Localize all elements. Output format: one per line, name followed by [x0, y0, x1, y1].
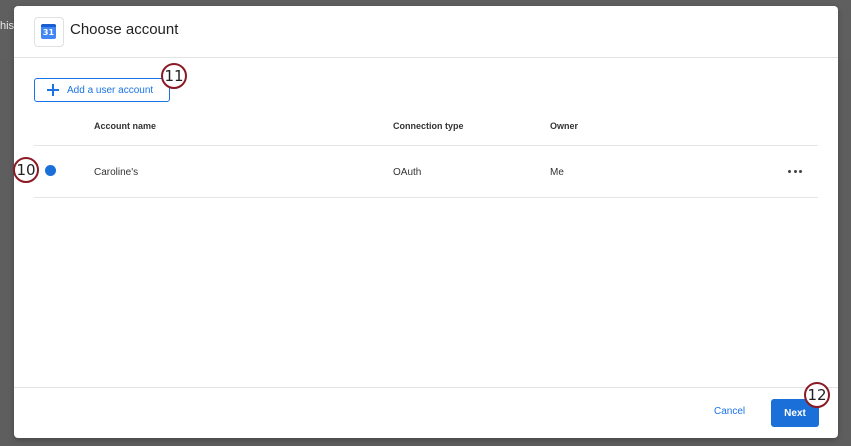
column-header-owner: Owner — [550, 121, 579, 131]
dialog-header: 31 Choose account — [14, 6, 838, 58]
table-divider — [34, 197, 818, 198]
add-user-account-button[interactable]: Add a user account — [34, 78, 170, 102]
calendar-icon-number: 31 — [42, 28, 55, 37]
footer-divider — [14, 387, 838, 388]
plus-icon — [47, 84, 59, 96]
choose-account-dialog: 31 Choose account Add a user account Acc… — [14, 6, 838, 438]
account-radio-selected[interactable] — [45, 165, 56, 176]
table-divider — [34, 145, 818, 146]
dialog-title: Choose account — [70, 21, 179, 38]
background-text: his — [0, 20, 15, 32]
cancel-button[interactable]: Cancel — [714, 406, 745, 417]
callout-badge-radio: 10 — [13, 157, 39, 183]
column-header-account-name: Account name — [94, 121, 157, 131]
cell-connection-type: OAuth — [393, 167, 422, 178]
add-user-account-label: Add a user account — [67, 84, 154, 96]
callout-badge-next: 12 — [804, 382, 830, 408]
google-calendar-icon: 31 — [34, 17, 64, 47]
cell-account-name: Caroline's — [94, 167, 139, 178]
cell-owner: Me — [550, 167, 564, 178]
callout-badge-add-account: 11 — [161, 63, 187, 89]
column-header-connection-type: Connection type — [393, 121, 464, 131]
more-options-icon[interactable] — [788, 164, 802, 178]
